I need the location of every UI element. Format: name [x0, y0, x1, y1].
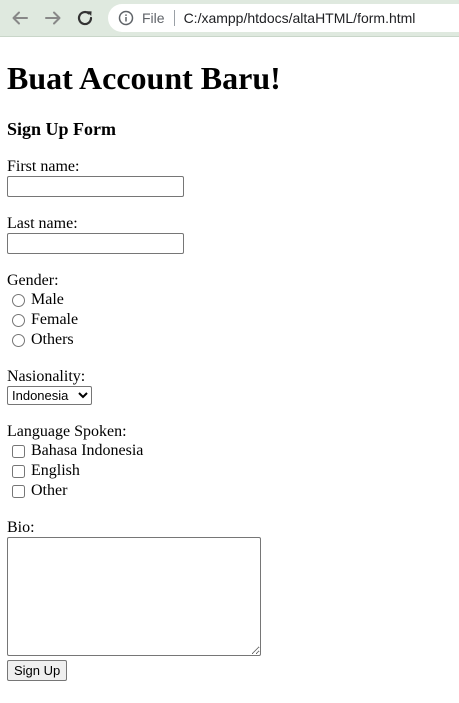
gender-option-others[interactable]: Others	[11, 330, 74, 350]
last-name-label: Last name:	[7, 215, 78, 232]
language-bahasa-label: Bahasa Indonesia	[31, 442, 144, 459]
last-name-input[interactable]	[7, 233, 184, 254]
first-name-input[interactable]	[7, 176, 184, 197]
file-scheme-label: File	[142, 10, 165, 26]
address-bar[interactable]: File C:/xampp/htdocs/altaHTML/form.html	[108, 4, 459, 32]
nationality-label: Nasionality:	[7, 368, 86, 385]
back-arrow-icon	[12, 11, 28, 25]
gender-option-male[interactable]: Male	[11, 290, 64, 310]
gender-female-label: Female	[31, 311, 79, 328]
page-title: Buat Account Baru!	[7, 60, 281, 96]
nationality-select[interactable]: Indonesia	[7, 386, 92, 405]
language-english-label: English	[31, 462, 80, 479]
gender-label: Gender:	[7, 272, 59, 289]
info-icon[interactable]	[118, 10, 134, 26]
language-bahasa-checkbox[interactable]	[12, 444, 25, 458]
bio-textarea[interactable]	[7, 537, 261, 656]
browser-toolbar: File C:/xampp/htdocs/altaHTML/form.html	[0, 0, 459, 37]
language-other-label: Other	[31, 482, 68, 499]
language-english-checkbox[interactable]	[12, 464, 25, 478]
gender-female-radio[interactable]	[12, 313, 25, 327]
language-other-checkbox[interactable]	[12, 484, 25, 498]
url-text[interactable]: C:/xampp/htdocs/altaHTML/form.html	[184, 10, 416, 26]
language-option-other[interactable]: Other	[11, 481, 67, 501]
back-button[interactable]	[8, 6, 32, 30]
gender-male-label: Male	[31, 291, 64, 308]
address-divider	[173, 10, 175, 26]
forward-button[interactable]	[41, 6, 65, 30]
gender-others-label: Others	[31, 331, 74, 348]
reload-button[interactable]	[73, 6, 97, 30]
forward-arrow-icon	[45, 11, 61, 25]
first-name-label: First name:	[7, 158, 80, 175]
gender-option-female[interactable]: Female	[11, 310, 78, 330]
language-label: Language Spoken:	[7, 423, 127, 440]
reload-icon	[77, 10, 93, 26]
gender-others-radio[interactable]	[12, 333, 25, 347]
gender-male-radio[interactable]	[12, 293, 25, 307]
language-option-english[interactable]: English	[11, 461, 80, 481]
sign-up-button[interactable]: Sign Up	[7, 660, 68, 681]
language-option-bahasa[interactable]: Bahasa Indonesia	[11, 441, 143, 461]
form-title: Sign Up Form	[7, 119, 117, 139]
bio-label: Bio:	[7, 519, 35, 536]
